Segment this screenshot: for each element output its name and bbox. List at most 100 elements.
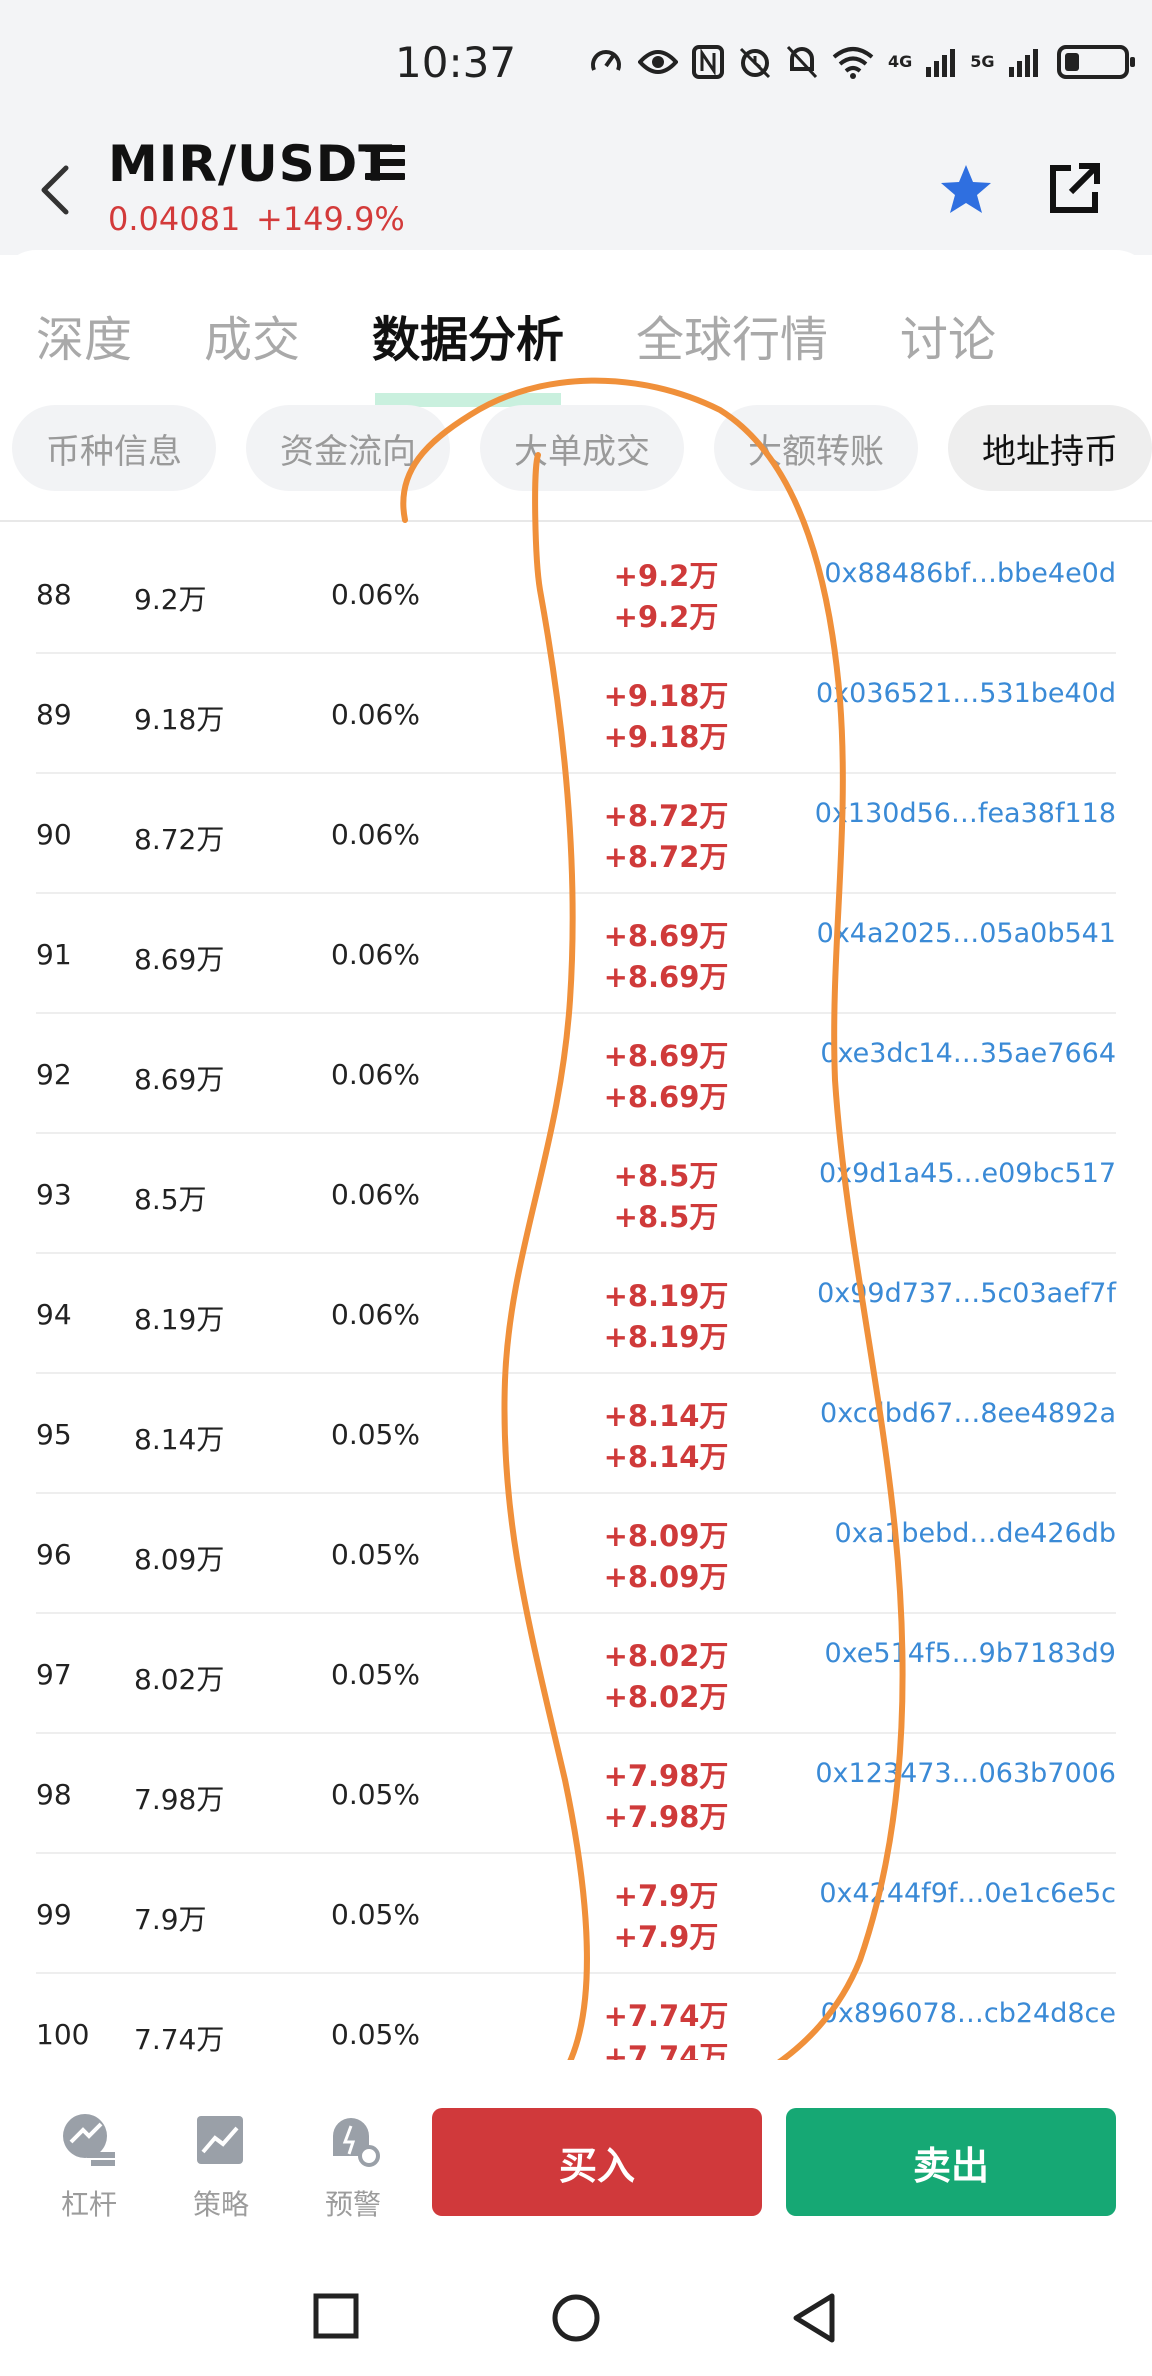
- rank-cell: 96: [36, 1538, 72, 1571]
- address-link[interactable]: 0xe3dc14…35ae7664: [820, 1038, 1116, 1069]
- table-row[interactable]: 98 7.98万 0.05% +7.98万 +7.98万 0x123473…063b700…: [36, 1734, 1116, 1854]
- tool-leverage[interactable]: 杠杆: [44, 2112, 134, 2223]
- tab-data-analysis[interactable]: 数据分析: [372, 300, 564, 370]
- amount-cell: 8.02万: [134, 1663, 225, 1696]
- amount-cell: 8.72万: [134, 823, 225, 856]
- home-icon[interactable]: [550, 2292, 602, 2344]
- table-row[interactable]: 97 8.02万 0.05% +8.02万 +8.02万 0xe514f5…9b7183d…: [36, 1614, 1116, 1734]
- change-cell: +8.69万 +8.69万: [576, 1036, 756, 1118]
- tool-strategy[interactable]: 策略: [176, 2112, 266, 2223]
- percent-cell: 0.06%: [331, 1178, 420, 1211]
- star-icon[interactable]: [936, 160, 996, 220]
- recent-apps-icon[interactable]: [312, 2292, 360, 2340]
- table-row[interactable]: 94 8.19万 0.06% +8.19万 +8.19万 0x99d737…5c03aef…: [36, 1254, 1116, 1374]
- change-value: +8.72万: [603, 840, 729, 874]
- subtab-large-transfers[interactable]: 大额转账: [714, 405, 918, 491]
- strategy-icon: [197, 2116, 243, 2164]
- address-link[interactable]: 0xe514f5…9b7183d9: [824, 1638, 1116, 1669]
- change-cell: +7.9万 +7.9万: [576, 1876, 756, 1958]
- share-icon[interactable]: [1045, 160, 1103, 218]
- table-row[interactable]: 88 9.2万 0.06% +9.2万 +9.2万 0x88486bf…bbe4e0d: [36, 534, 1116, 654]
- change-value: +8.5万: [613, 1159, 719, 1193]
- battery-icon: [1056, 45, 1135, 79]
- percent-cell: 0.06%: [331, 1298, 420, 1331]
- amount-cell: 8.69万: [134, 1063, 225, 1096]
- pair-title[interactable]: MIR/USDT: [108, 135, 393, 193]
- change-cell: +8.19万 +8.19万: [576, 1276, 756, 1358]
- tool-alert[interactable]: 预警: [308, 2112, 398, 2223]
- address-link[interactable]: 0xcdbd67…8ee4892a: [820, 1398, 1116, 1429]
- rank-cell: 94: [36, 1298, 72, 1331]
- signal-icon: [926, 49, 956, 77]
- table-row[interactable]: 89 9.18万 0.06% +9.18万 +9.18万 0x036521…531be40…: [36, 654, 1116, 774]
- rank-cell: 97: [36, 1658, 72, 1691]
- amount-cell: 9.2万: [134, 583, 207, 616]
- back-arrow-icon[interactable]: [36, 160, 76, 220]
- percent-cell: 0.05%: [331, 2018, 420, 2051]
- table-row[interactable]: 93 8.5万 0.06% +8.5万 +8.5万 0x9d1a45…e09bc517: [36, 1134, 1116, 1254]
- address-link[interactable]: 0x4a2025…05a0b541: [817, 918, 1116, 949]
- subtab-fund-flow[interactable]: 资金流向: [246, 405, 450, 491]
- percent-cell: 0.05%: [331, 1778, 420, 1811]
- change-value: +7.74万: [603, 1999, 729, 2033]
- change-value: +8.09万: [603, 1519, 729, 1553]
- subtab-large-trades[interactable]: 大单成交: [480, 405, 684, 491]
- tab-trades[interactable]: 成交: [204, 300, 300, 370]
- amount-cell: 7.9万: [134, 1903, 207, 1936]
- table-row[interactable]: 99 7.9万 0.05% +7.9万 +7.9万 0x4244f9f…0e1c6e5c: [36, 1854, 1116, 1974]
- tab-depth[interactable]: 深度: [36, 300, 132, 370]
- rank-cell: 100: [36, 2018, 90, 2051]
- change-value: +9.2万: [613, 559, 719, 593]
- table-row[interactable]: 96 8.09万 0.05% +8.09万 +8.09万 0xa1bebd…de426db: [36, 1494, 1116, 1614]
- address-link[interactable]: 0x88486bf…bbe4e0d: [824, 558, 1116, 589]
- last-price: 0.04081: [108, 200, 241, 238]
- address-link[interactable]: 0x99d737…5c03aef7f: [817, 1278, 1116, 1309]
- change-value: +8.72万: [603, 799, 729, 833]
- system-nav-bar: [0, 2280, 1152, 2376]
- address-link[interactable]: 0x130d56…fea38f118: [815, 798, 1116, 829]
- amount-cell: 7.98万: [134, 1783, 225, 1816]
- address-link[interactable]: 0x123473…063b7006: [815, 1758, 1116, 1789]
- change-cell: +7.98万 +7.98万: [576, 1756, 756, 1838]
- table-row[interactable]: 90 8.72万 0.06% +8.72万 +8.72万 0x130d56…fea38f1…: [36, 774, 1116, 894]
- table-row[interactable]: 100 7.74万 0.05% +7.74万 +7.74万 0x896078…cb24d8…: [36, 1974, 1116, 2060]
- holders-table[interactable]: 88 9.2万 0.06% +9.2万 +9.2万 0x88486bf…bbe4e0d 89…: [0, 520, 1152, 2060]
- speedometer-icon: [591, 50, 621, 71]
- percent-cell: 0.06%: [331, 818, 420, 851]
- rank-cell: 99: [36, 1898, 72, 1931]
- change-value: +8.19万: [603, 1279, 729, 1313]
- tool-alert-label: 预警: [324, 2188, 381, 2221]
- address-link[interactable]: 0x4244f9f…0e1c6e5c: [819, 1878, 1116, 1909]
- amount-cell: 8.14万: [134, 1423, 225, 1456]
- pair-menu-icon[interactable]: [365, 145, 405, 181]
- address-link[interactable]: 0xa1bebd…de426db: [835, 1518, 1116, 1549]
- tab-discussion[interactable]: 讨论: [900, 300, 996, 370]
- percent-cell: 0.06%: [331, 1058, 420, 1091]
- buy-button[interactable]: 买入: [432, 2108, 762, 2216]
- content-panel: 深度 成交 数据分析 全球行情 讨论 币种信息 资金流向 大单成交 大额转账 地…: [0, 250, 1152, 520]
- amount-cell: 8.09万: [134, 1543, 225, 1576]
- network-4g-label: 4G: [888, 52, 913, 71]
- rank-cell: 91: [36, 938, 72, 971]
- change-value: +8.69万: [603, 1039, 729, 1073]
- address-link[interactable]: 0x896078…cb24d8ce: [821, 1998, 1116, 2029]
- back-nav-icon[interactable]: [790, 2292, 838, 2344]
- address-link[interactable]: 0x036521…531be40d: [816, 678, 1116, 709]
- change-cell: +8.5万 +8.5万: [576, 1156, 756, 1238]
- table-row[interactable]: 92 8.69万 0.06% +8.69万 +8.69万 0xe3dc14…35ae766…: [36, 1014, 1116, 1134]
- change-value: +7.9万: [613, 1879, 719, 1913]
- tab-global-market[interactable]: 全球行情: [636, 300, 828, 370]
- alarm-icon: [739, 47, 771, 79]
- table-row[interactable]: 95 8.14万 0.05% +8.14万 +8.14万 0xcdbd67…8ee4892…: [36, 1374, 1116, 1494]
- change-value: +8.14万: [603, 1440, 729, 1474]
- subtab-address-holdings[interactable]: 地址持币: [948, 405, 1152, 491]
- address-link[interactable]: 0x9d1a45…e09bc517: [819, 1158, 1116, 1189]
- amount-cell: 7.74万: [134, 2023, 225, 2056]
- rank-cell: 98: [36, 1778, 72, 1811]
- network-5g-label: 5G: [970, 52, 995, 71]
- change-cell: +9.2万 +9.2万: [576, 556, 756, 638]
- sell-button[interactable]: 卖出: [786, 2108, 1116, 2216]
- main-tabs: 深度 成交 数据分析 全球行情 讨论: [0, 300, 1152, 407]
- subtab-coin-info[interactable]: 币种信息: [12, 405, 216, 491]
- table-row[interactable]: 91 8.69万 0.06% +8.69万 +8.69万 0x4a2025…05a0b54…: [36, 894, 1116, 1014]
